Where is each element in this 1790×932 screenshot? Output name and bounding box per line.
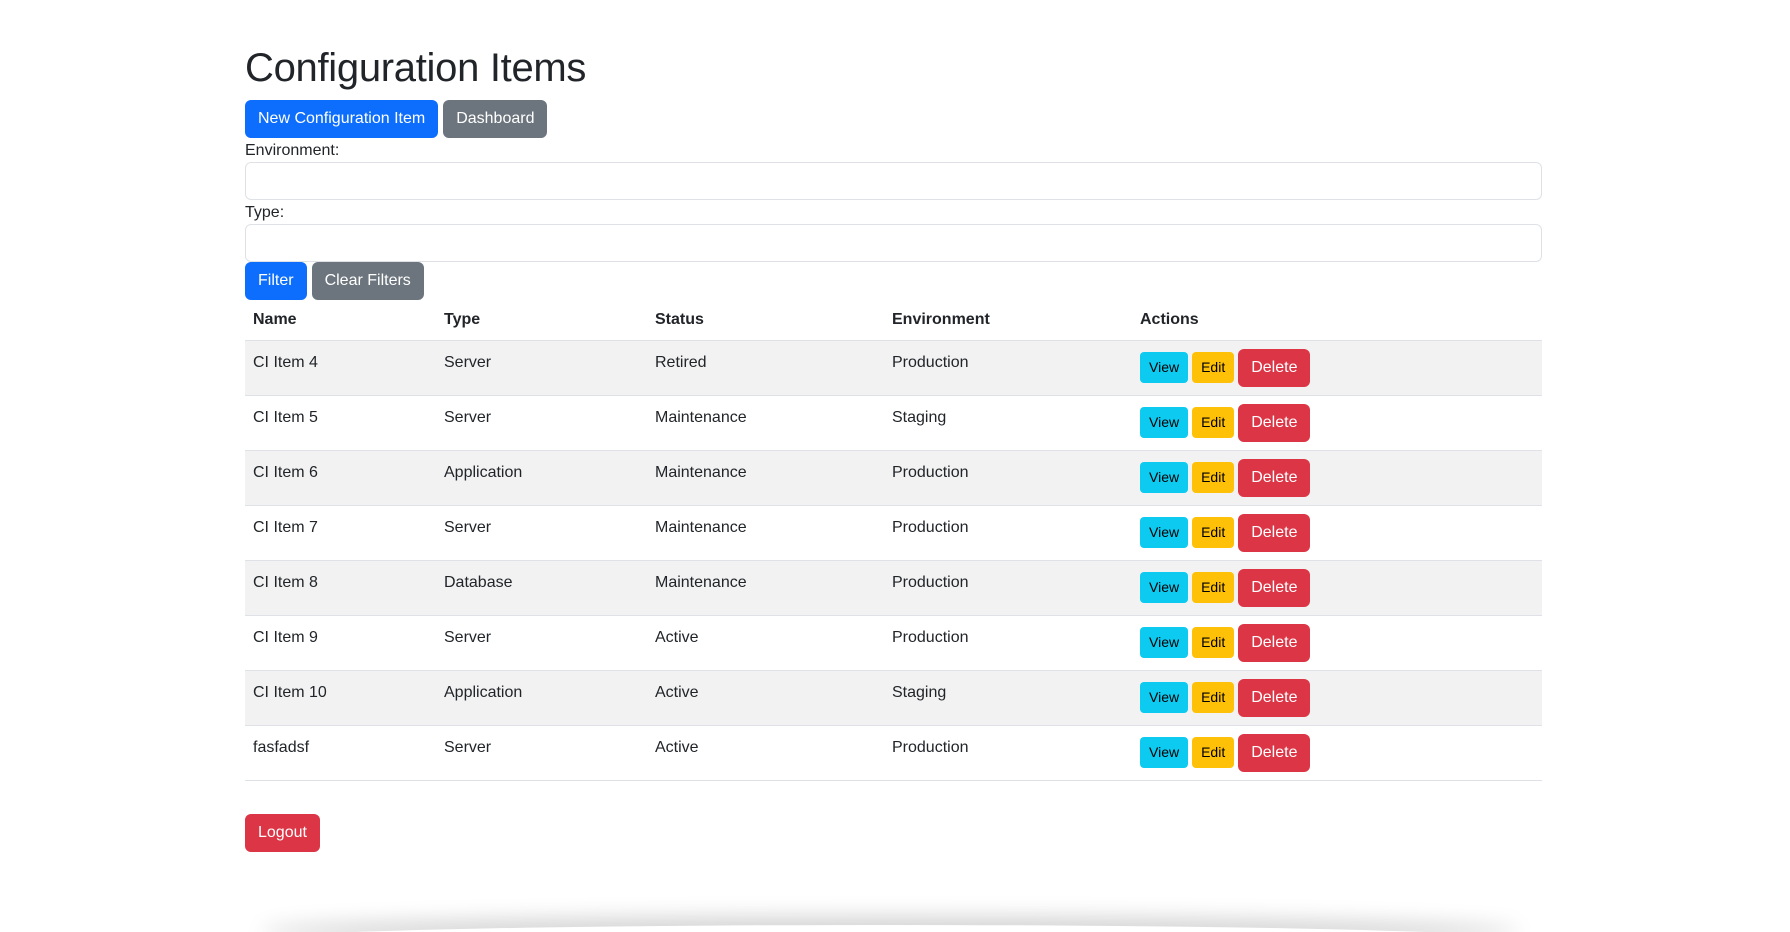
bottom-shadow (260, 925, 1520, 932)
cell-environment: Production (884, 450, 1132, 506)
edit-button[interactable]: Edit (1192, 407, 1235, 438)
filter-actions: Filter Clear Filters (245, 262, 424, 300)
cell-type: Server (436, 615, 647, 671)
view-button[interactable]: View (1140, 627, 1189, 658)
configuration-items-table: Name Type Status Environment Actions CI … (245, 300, 1542, 781)
environment-input[interactable] (245, 162, 1542, 200)
view-button[interactable]: View (1140, 517, 1189, 548)
cell-type: Server (436, 395, 647, 451)
view-button[interactable]: View (1140, 407, 1189, 438)
cell-type: Application (436, 450, 647, 506)
cell-type: Server (436, 340, 647, 396)
cell-actions: View Edit Delete (1132, 340, 1542, 396)
cell-status: Maintenance (647, 505, 884, 561)
cell-environment: Staging (884, 670, 1132, 726)
view-button[interactable]: View (1140, 682, 1189, 713)
clear-filters-button[interactable]: Clear Filters (311, 262, 424, 300)
delete-button[interactable]: Delete (1238, 733, 1311, 772)
cell-environment: Staging (884, 395, 1132, 451)
view-button[interactable]: View (1140, 462, 1189, 493)
cell-actions: View Edit Delete (1132, 615, 1542, 671)
cell-name: CI Item 5 (245, 395, 436, 451)
header-environment: Environment (884, 300, 1132, 341)
cell-status: Retired (647, 340, 884, 396)
logout-button[interactable]: Logout (245, 814, 320, 852)
table-row: CI Item 5 Server Maintenance Staging Vie… (245, 395, 1542, 451)
delete-button[interactable]: Delete (1238, 623, 1311, 662)
view-button[interactable]: View (1140, 572, 1189, 603)
cell-actions: View Edit Delete (1132, 560, 1542, 616)
table-row: CI Item 10 Application Active Staging Vi… (245, 670, 1542, 726)
cell-environment: Production (884, 725, 1132, 781)
delete-button[interactable]: Delete (1238, 458, 1311, 497)
cell-name: CI Item 6 (245, 450, 436, 506)
cell-name: CI Item 10 (245, 670, 436, 726)
table-row: CI Item 6 Application Maintenance Produc… (245, 450, 1542, 506)
dashboard-button[interactable]: Dashboard (443, 100, 548, 138)
cell-type: Database (436, 560, 647, 616)
footer-actions: Logout (245, 814, 320, 852)
edit-button[interactable]: Edit (1192, 352, 1235, 383)
header-status: Status (647, 300, 884, 341)
delete-button[interactable]: Delete (1238, 513, 1311, 552)
cell-actions: View Edit Delete (1132, 725, 1542, 781)
delete-button[interactable]: Delete (1238, 403, 1311, 442)
cell-name: CI Item 7 (245, 505, 436, 561)
delete-button[interactable]: Delete (1238, 348, 1311, 387)
cell-type: Application (436, 670, 647, 726)
table-row: CI Item 8 Database Maintenance Productio… (245, 560, 1542, 616)
cell-actions: View Edit Delete (1132, 395, 1542, 451)
cell-status: Maintenance (647, 395, 884, 451)
cell-environment: Production (884, 560, 1132, 616)
edit-button[interactable]: Edit (1192, 737, 1235, 768)
view-button[interactable]: View (1140, 737, 1189, 768)
header-name: Name (245, 300, 436, 341)
cell-environment: Production (884, 505, 1132, 561)
cell-status: Active (647, 670, 884, 726)
cell-status: Active (647, 725, 884, 781)
delete-button[interactable]: Delete (1238, 678, 1311, 717)
type-label: Type: (245, 204, 285, 221)
top-actions: New Configuration Item Dashboard (245, 100, 548, 138)
cell-status: Maintenance (647, 450, 884, 506)
table-row: CI Item 4 Server Retired Production View… (245, 340, 1542, 396)
new-configuration-item-button[interactable]: New Configuration Item (245, 100, 439, 138)
edit-button[interactable]: Edit (1192, 517, 1235, 548)
edit-button[interactable]: Edit (1192, 462, 1235, 493)
cell-status: Active (647, 615, 884, 671)
cell-type: Server (436, 505, 647, 561)
table-row: CI Item 7 Server Maintenance Production … (245, 505, 1542, 561)
cell-name: CI Item 9 (245, 615, 436, 671)
type-input[interactable] (245, 224, 1542, 262)
header-type: Type (436, 300, 647, 341)
header-actions: Actions (1132, 300, 1542, 341)
edit-button[interactable]: Edit (1192, 572, 1235, 603)
cell-actions: View Edit Delete (1132, 670, 1542, 726)
table-row: CI Item 9 Server Active Production View … (245, 615, 1542, 671)
edit-button[interactable]: Edit (1192, 682, 1235, 713)
cell-environment: Production (884, 615, 1132, 671)
cell-actions: View Edit Delete (1132, 505, 1542, 561)
view-button[interactable]: View (1140, 352, 1189, 383)
cell-actions: View Edit Delete (1132, 450, 1542, 506)
cell-type: Server (436, 725, 647, 781)
table-header-row: Name Type Status Environment Actions (245, 300, 1542, 341)
cell-environment: Production (884, 340, 1132, 396)
filter-button[interactable]: Filter (245, 262, 307, 300)
cell-name: CI Item 8 (245, 560, 436, 616)
delete-button[interactable]: Delete (1238, 568, 1311, 607)
page-title: Configuration Items (245, 46, 587, 90)
environment-label: Environment: (245, 142, 340, 159)
table-row: fasfadsf Server Active Production View E… (245, 725, 1542, 781)
cell-status: Maintenance (647, 560, 884, 616)
cell-name: fasfadsf (245, 725, 436, 781)
edit-button[interactable]: Edit (1192, 627, 1235, 658)
cell-name: CI Item 4 (245, 340, 436, 396)
